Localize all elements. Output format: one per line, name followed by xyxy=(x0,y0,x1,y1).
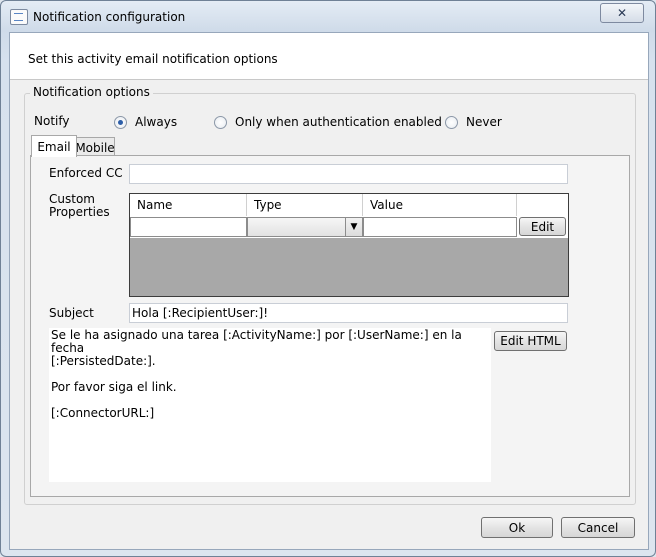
enforced-cc-label: Enforced CC xyxy=(49,166,123,180)
chevron-down-icon[interactable]: ▼ xyxy=(345,218,362,236)
radio-unselected-icon xyxy=(445,115,458,129)
radio-only-auth-label: Only when authentication enabled xyxy=(235,115,442,129)
window-title: Notification configuration xyxy=(33,10,186,24)
radio-never[interactable]: Never xyxy=(445,115,502,129)
grid-column-type[interactable]: Type xyxy=(247,194,363,216)
radio-never-label: Never xyxy=(466,115,502,129)
header-description: Set this activity email notification opt… xyxy=(28,52,278,66)
custom-properties-label: Custom Properties xyxy=(49,192,110,219)
email-body-textarea[interactable]: Se le ha asignado una tarea [:ActivityNa… xyxy=(49,328,491,482)
dialog-client-area: Set this activity email notification opt… xyxy=(9,32,649,550)
custom-properties-grid[interactable]: Name Type Value ▼ Edit xyxy=(129,193,569,297)
value-cell-input[interactable] xyxy=(363,217,517,237)
notify-label: Notify xyxy=(34,114,70,128)
subject-input[interactable]: Hola [:RecipientUser:]! xyxy=(129,303,568,323)
notification-icon xyxy=(10,9,28,25)
grid-new-row: ▼ Edit xyxy=(130,216,568,238)
radio-only-auth[interactable]: Only when authentication enabled xyxy=(214,115,442,129)
close-button[interactable]: ✕ xyxy=(600,3,644,23)
edit-html-button[interactable]: Edit HTML xyxy=(494,331,567,351)
radio-unselected-icon xyxy=(214,115,227,129)
radio-selected-icon xyxy=(114,115,127,129)
name-cell-input[interactable] xyxy=(130,217,247,237)
grid-column-name[interactable]: Name xyxy=(130,194,247,216)
ok-button[interactable]: Ok xyxy=(481,517,553,538)
title-bar[interactable]: Notification configuration ✕ xyxy=(1,1,655,33)
grid-header: Name Type Value xyxy=(130,194,568,217)
radio-always-label: Always xyxy=(135,115,178,129)
header-panel: Set this activity email notification opt… xyxy=(10,33,648,80)
grid-edit-button[interactable]: Edit xyxy=(519,217,566,236)
type-combo[interactable]: ▼ xyxy=(247,217,363,237)
subject-label: Subject xyxy=(49,306,94,320)
tab-email[interactable]: Email xyxy=(31,135,77,157)
group-legend: Notification options xyxy=(30,85,153,99)
radio-always[interactable]: Always xyxy=(114,115,177,129)
enforced-cc-input[interactable] xyxy=(129,164,568,184)
grid-column-value[interactable]: Value xyxy=(363,194,517,216)
dialog-window: Notification configuration ✕ Set this ac… xyxy=(0,0,656,557)
cancel-button[interactable]: Cancel xyxy=(561,517,635,538)
